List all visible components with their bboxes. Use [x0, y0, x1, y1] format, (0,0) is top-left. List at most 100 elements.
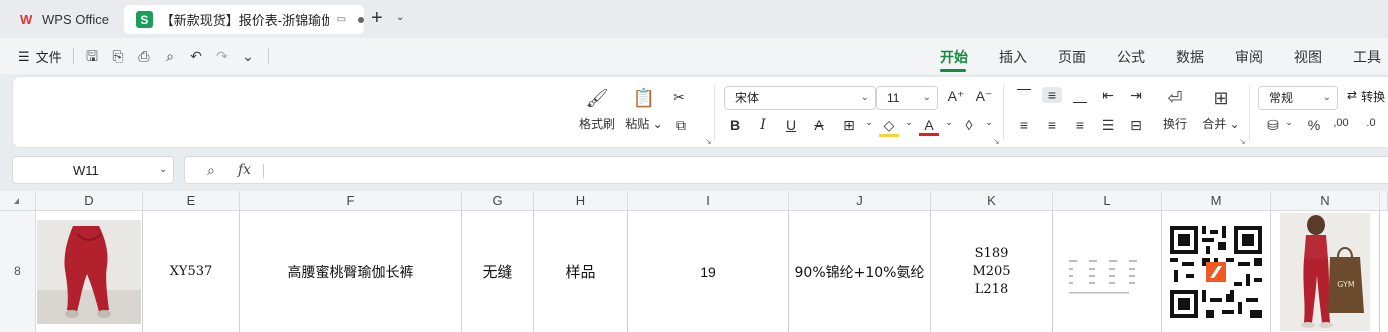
save-icon[interactable]: 🖫 — [84, 48, 100, 64]
cell-L8[interactable] — [1053, 211, 1162, 332]
wrap-text-button[interactable]: ⏎ 换行 — [1156, 87, 1194, 132]
align-top-icon[interactable]: ⎺ — [1014, 87, 1034, 104]
tab-data[interactable]: 数据 — [1176, 47, 1204, 67]
fx-icon[interactable]: fx — [238, 162, 251, 178]
tab-page[interactable]: 页面 — [1058, 47, 1086, 67]
chevron-down-icon[interactable]: ⌄ — [899, 117, 919, 128]
cell-N8[interactable]: GYM — [1271, 211, 1380, 332]
distributed-icon[interactable]: ⊟ — [1126, 117, 1146, 134]
font-color-icon[interactable]: A — [919, 117, 939, 136]
cell-M8[interactable] — [1162, 211, 1271, 332]
indent-increase-icon[interactable]: ⇥ — [1126, 87, 1146, 104]
align-bottom-icon[interactable]: ⎽ — [1070, 87, 1090, 104]
align-left-icon[interactable]: ≡ — [1014, 117, 1034, 133]
wps-home-tab[interactable]: W WPS Office — [10, 6, 118, 33]
cell-H8[interactable]: 样品 — [534, 211, 628, 332]
undo-icon[interactable]: ↶ — [188, 48, 204, 64]
chevron-down-icon[interactable]: ⌄ — [396, 12, 404, 23]
font-expand-icon[interactable]: ↘ — [993, 137, 1000, 146]
fill-color-icon[interactable]: ◇ — [879, 117, 899, 137]
column-header-D[interactable]: D — [36, 191, 143, 211]
tab-tools[interactable]: 工具 — [1353, 47, 1381, 67]
tab-home[interactable]: 开始 — [940, 47, 968, 67]
cell-D8[interactable] — [36, 211, 143, 332]
wrap-text-label: 换行 — [1162, 117, 1187, 131]
cell-E8[interactable]: XY537 — [143, 211, 240, 332]
column-header-F[interactable]: F — [240, 191, 462, 211]
convert-button[interactable]: ⇄ 转换 — [1347, 88, 1385, 105]
eraser-icon[interactable]: ◊ — [959, 117, 979, 133]
column-header-H[interactable]: H — [534, 191, 628, 211]
column-header-L[interactable]: L — [1053, 191, 1162, 211]
chevron-down-icon[interactable]: ⌄ — [859, 117, 879, 128]
row-header-8[interactable]: 8 — [0, 211, 36, 332]
copy-icon[interactable]: ⧉ — [671, 117, 691, 134]
chevron-down-icon[interactable]: ⌄ — [939, 117, 959, 128]
paste-button[interactable]: 📋 粘贴 ⌄ — [623, 87, 665, 132]
align-right-icon[interactable]: ≡ — [1070, 117, 1090, 133]
underline-icon[interactable]: U — [781, 117, 801, 133]
borders-icon[interactable]: ⊞ — [839, 117, 859, 134]
column-header-N[interactable]: N — [1271, 191, 1380, 211]
cell-G8[interactable]: 无缝 — [462, 211, 534, 332]
column-header-I[interactable]: I — [628, 191, 789, 211]
column-header-K[interactable]: K — [931, 191, 1053, 211]
column-header-J[interactable]: J — [789, 191, 931, 211]
justify-icon[interactable]: ☰ — [1098, 117, 1118, 134]
cell-I8[interactable]: 19 — [628, 211, 789, 332]
unsaved-dot-icon[interactable] — [358, 16, 364, 23]
print-preview-icon[interactable]: ⌕ — [162, 48, 178, 64]
column-header-next[interactable] — [1380, 191, 1388, 211]
number-format-select[interactable]: 常规 ⌄ — [1258, 86, 1338, 110]
bold-icon[interactable]: B — [725, 117, 745, 133]
tab-review[interactable]: 审阅 — [1235, 47, 1263, 67]
thousands-separator-icon[interactable]: ,00 — [1331, 117, 1351, 129]
align-center-icon[interactable]: ≡ — [1042, 117, 1062, 133]
increase-decimal-icon[interactable]: .0 — [1361, 117, 1381, 129]
monitor-icon[interactable]: ▭ — [337, 14, 346, 25]
strikethrough-icon[interactable]: A — [809, 117, 829, 133]
select-all-corner[interactable] — [0, 191, 36, 211]
decrease-font-icon[interactable]: A⁻ — [974, 88, 994, 105]
name-box[interactable]: W11 ⌄ — [12, 156, 174, 184]
title-bar: W WPS Office S 【新款现货】报价表-浙锦瑜伽 ▭ + ⌄ — [0, 0, 1388, 38]
font-size-select[interactable]: 11 ⌄ — [876, 86, 938, 110]
redo-icon[interactable]: ↷ — [214, 48, 230, 64]
spreadsheet-icon: S — [136, 11, 153, 28]
increase-font-icon[interactable]: A⁺ — [946, 88, 966, 105]
cell-J8[interactable]: 90%锦纶+10%氨纶 — [789, 211, 931, 332]
cell-K8[interactable]: S189 M205 L218 — [931, 211, 1053, 332]
more-chevron-icon[interactable]: ⌄ — [240, 48, 256, 64]
column-header-E[interactable]: E — [143, 191, 240, 211]
column-header-M[interactable]: M — [1162, 191, 1271, 211]
formula-bar[interactable]: ⌕ fx — [184, 156, 1388, 184]
clipboard-icon: 📋 — [632, 88, 656, 108]
indent-decrease-icon[interactable]: ⇤ — [1098, 87, 1118, 104]
clipboard-expand-icon[interactable]: ↘ — [705, 137, 712, 146]
zoom-icon[interactable]: ⌕ — [207, 162, 215, 179]
align-middle-icon[interactable]: ≡ — [1042, 87, 1062, 103]
new-tab-plus-icon[interactable]: + — [371, 8, 383, 28]
file-menu[interactable]: ☰ 文件 — [18, 47, 62, 66]
export-icon[interactable]: ⎘ — [110, 48, 126, 64]
print-icon[interactable]: ⎙ — [136, 48, 152, 64]
format-painter-button[interactable]: 🖌 格式刷 — [576, 87, 618, 132]
wrap-text-icon: ⏎ — [1167, 88, 1183, 108]
name-box-value: W11 — [73, 163, 99, 178]
document-tab[interactable]: S 【新款现货】报价表-浙锦瑜伽 ▭ — [124, 5, 364, 34]
tab-insert[interactable]: 插入 — [999, 47, 1027, 67]
cut-icon[interactable]: ✂ — [669, 89, 689, 106]
document-tab-title: 【新款现货】报价表-浙锦瑜伽 — [160, 13, 329, 28]
column-header-G[interactable]: G — [462, 191, 534, 211]
percent-icon[interactable]: % — [1304, 117, 1324, 133]
italic-icon[interactable]: I — [753, 117, 773, 133]
merge-cells-button[interactable]: ⊞ 合并 ⌄ — [1198, 87, 1244, 132]
cell-F8[interactable]: 高腰蜜桃臀瑜伽长裤 — [240, 211, 462, 332]
alignment-expand-icon[interactable]: ↘ — [1239, 137, 1246, 146]
chevron-down-icon[interactable]: ⌄ — [1279, 117, 1299, 128]
tab-view[interactable]: 视图 — [1294, 47, 1322, 67]
chevron-down-icon[interactable]: ⌄ — [979, 117, 999, 128]
font-name-select[interactable]: 宋体 ⌄ — [724, 86, 876, 110]
divider — [714, 85, 715, 141]
tab-formula[interactable]: 公式 — [1117, 47, 1145, 67]
